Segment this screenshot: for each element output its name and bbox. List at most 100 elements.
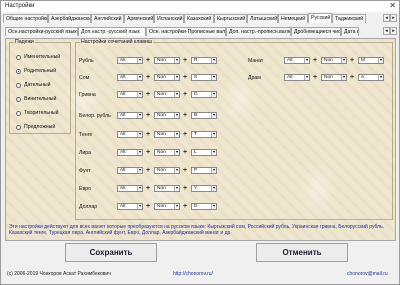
tab-basic-currency[interactable]: Осн. настройки-Прописные валюты xyxy=(146,27,226,36)
radio-instrumental[interactable]: Творительный xyxy=(16,109,59,117)
chevron-down-icon[interactable]: ▼ xyxy=(174,168,179,173)
chevron-down-icon[interactable]: ▼ xyxy=(137,204,142,209)
key-select[interactable]: P ▼ xyxy=(191,167,217,174)
key-select[interactable]: A ▼ xyxy=(358,74,384,81)
chevron-down-icon[interactable]: ▼ xyxy=(174,150,179,155)
website-link[interactable]: http://chonorov.ru/ xyxy=(173,271,213,277)
key-select[interactable]: D ▼ xyxy=(191,203,217,210)
radio-prepositional[interactable]: Предложный xyxy=(16,123,55,131)
tab-latvian[interactable]: Латышский xyxy=(247,14,278,23)
email-link[interactable]: chonorov@mail.ru xyxy=(347,271,388,277)
modifier1-select[interactable]: Alt ▼ xyxy=(117,203,143,210)
modifier2-select[interactable]: Non ▼ xyxy=(154,112,180,119)
radio-circle[interactable] xyxy=(16,124,21,130)
chevron-down-icon[interactable]: ▼ xyxy=(174,75,179,80)
tab-english[interactable]: Английский xyxy=(91,14,124,23)
chevron-right-icon[interactable]: ▸ xyxy=(390,27,397,35)
chevron-left-icon[interactable]: ◂ xyxy=(383,14,390,22)
radio-circle[interactable] xyxy=(16,68,21,74)
modifier2-select[interactable]: Non ▼ xyxy=(154,185,180,192)
radio-nominative[interactable]: Именительный xyxy=(16,53,60,61)
modifier1-select[interactable]: Alt ▼ xyxy=(117,74,143,81)
chevron-down-icon[interactable]: ▼ xyxy=(174,92,179,97)
key-select[interactable]: B ▼ xyxy=(191,112,217,119)
modifier1-select[interactable]: Alt ▼ xyxy=(117,131,143,138)
modifier2-select[interactable]: Non ▼ xyxy=(154,149,180,156)
tab-extra-currency[interactable]: Доп. настр.-прописн.валюты xyxy=(226,27,291,36)
chevron-down-icon[interactable]: ▼ xyxy=(341,75,346,80)
chevron-down-icon[interactable]: ▼ xyxy=(137,92,142,97)
chevron-down-icon[interactable]: ▼ xyxy=(211,58,216,63)
chevron-down-icon[interactable]: ▼ xyxy=(137,186,142,191)
chevron-down-icon[interactable]: ▼ xyxy=(211,168,216,173)
cancel-button[interactable]: Отменить xyxy=(256,243,348,262)
chevron-down-icon[interactable]: ▼ xyxy=(137,132,142,137)
key-select[interactable]: R ▼ xyxy=(191,57,217,64)
close-icon[interactable]: ✕ xyxy=(389,1,396,11)
chevron-down-icon[interactable]: ▼ xyxy=(174,58,179,63)
modifier1-select[interactable]: Alt ▼ xyxy=(284,57,310,64)
chevron-down-icon[interactable]: ▼ xyxy=(137,168,142,173)
tab-date[interactable]: Дата в xyxy=(341,27,359,36)
key-select[interactable]: M ▼ xyxy=(358,57,384,64)
modifier2-select[interactable]: Non ▼ xyxy=(154,167,180,174)
chevron-down-icon[interactable]: ▼ xyxy=(304,75,309,80)
modifier2-select[interactable]: Non ▼ xyxy=(321,74,347,81)
modifier1-select[interactable]: Alt ▼ xyxy=(117,112,143,119)
modifier1-select[interactable]: Alt ▼ xyxy=(117,57,143,64)
tab-spanish[interactable]: Испанский xyxy=(154,14,184,23)
radio-circle[interactable] xyxy=(16,54,21,60)
chevron-down-icon[interactable]: ▼ xyxy=(211,132,216,137)
radio-accusative[interactable]: Винительный xyxy=(16,95,56,103)
chevron-down-icon[interactable]: ▼ xyxy=(137,58,142,63)
chevron-down-icon[interactable]: ▼ xyxy=(137,75,142,80)
chevron-down-icon[interactable]: ▼ xyxy=(378,75,383,80)
key-select[interactable]: L ▼ xyxy=(191,149,217,156)
chevron-down-icon[interactable]: ▼ xyxy=(174,186,179,191)
radio-genitive[interactable]: Родительный xyxy=(16,67,56,75)
chevron-down-icon[interactable]: ▼ xyxy=(174,204,179,209)
key-select[interactable]: Y ▼ xyxy=(191,185,217,192)
radio-circle[interactable] xyxy=(16,82,21,88)
chevron-down-icon[interactable]: ▼ xyxy=(211,113,216,118)
tab-german[interactable]: Немецкий xyxy=(278,14,308,23)
modifier2-select[interactable]: Non ▼ xyxy=(154,74,180,81)
modifier2-select[interactable]: Non ▼ xyxy=(154,91,180,98)
chevron-down-icon[interactable]: ▼ xyxy=(211,204,216,209)
tab-general[interactable]: Общие настройки xyxy=(3,14,48,23)
key-select[interactable]: T ▼ xyxy=(191,131,217,138)
tab-kyrgyz[interactable]: Кыргызский xyxy=(214,14,247,23)
chevron-down-icon[interactable]: ▼ xyxy=(137,113,142,118)
chevron-down-icon[interactable]: ▼ xyxy=(211,150,216,155)
modifier2-select[interactable]: Non ▼ xyxy=(154,131,180,138)
tab-russian[interactable]: Русский xyxy=(308,13,332,23)
tab-extra-russian[interactable]: Доп.настр.-русский язык xyxy=(78,27,146,36)
chevron-down-icon[interactable]: ▼ xyxy=(174,132,179,137)
tab-tajik[interactable]: Таджикский xyxy=(332,14,366,23)
chevron-down-icon[interactable]: ▼ xyxy=(341,58,346,63)
modifier2-select[interactable]: Non ▼ xyxy=(154,203,180,210)
radio-dative[interactable]: Дательный xyxy=(16,81,51,89)
chevron-down-icon[interactable]: ▼ xyxy=(137,150,142,155)
chevron-right-icon[interactable]: ▸ xyxy=(390,14,397,22)
modifier1-select[interactable]: Alt ▼ xyxy=(117,149,143,156)
tab-azerbaijani[interactable]: Азербайджанский xyxy=(48,14,91,23)
radio-circle[interactable] xyxy=(16,96,21,102)
chevron-down-icon[interactable]: ▼ xyxy=(304,58,309,63)
modifier1-select[interactable]: Alt ▼ xyxy=(117,91,143,98)
tab-fractional-numbers[interactable]: Дробнмещиеся числа xyxy=(291,27,341,36)
tab-basic-russian[interactable]: Осн.настройки-русский язык xyxy=(5,27,78,36)
chevron-down-icon[interactable]: ▼ xyxy=(211,75,216,80)
modifier1-select[interactable]: Alt ▼ xyxy=(117,167,143,174)
chevron-down-icon[interactable]: ▼ xyxy=(211,186,216,191)
modifier1-select[interactable]: Alt ▼ xyxy=(117,185,143,192)
key-select[interactable]: G ▼ xyxy=(191,91,217,98)
chevron-down-icon[interactable]: ▼ xyxy=(174,113,179,118)
key-select[interactable]: S ▼ xyxy=(191,74,217,81)
tab-kazakh[interactable]: Казахский xyxy=(184,14,214,23)
modifier2-select[interactable]: Non ▼ xyxy=(154,57,180,64)
chevron-down-icon[interactable]: ▼ xyxy=(211,92,216,97)
chevron-left-icon[interactable]: ◂ xyxy=(383,27,390,35)
modifier2-select[interactable]: Non ▼ xyxy=(321,57,347,64)
save-button[interactable]: Сохранить xyxy=(65,243,157,262)
